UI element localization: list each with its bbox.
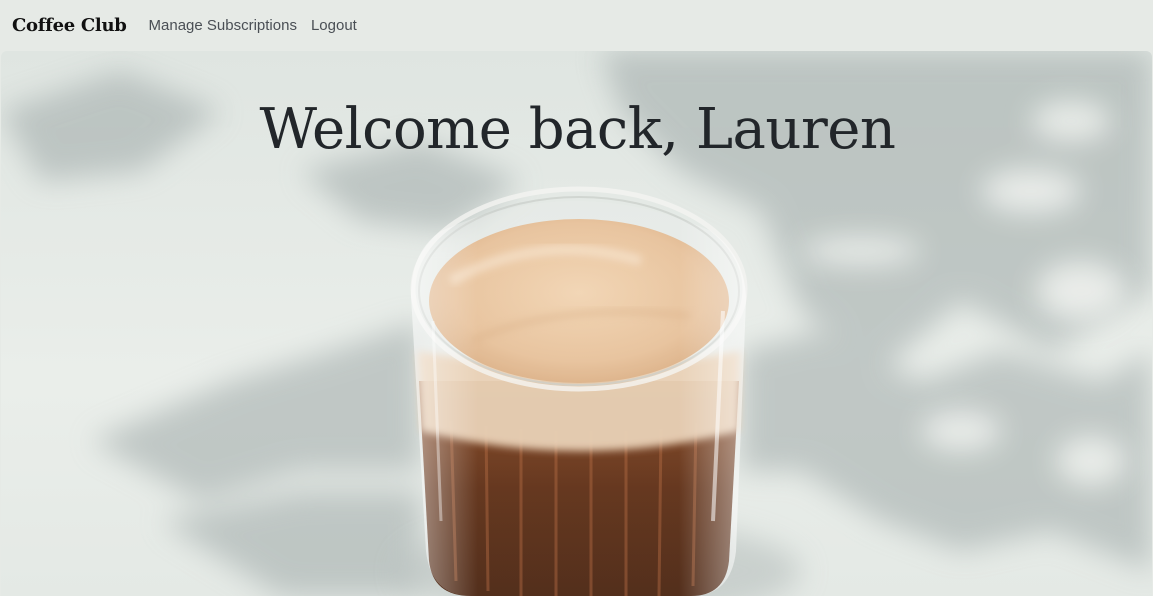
nav-link-manage-subscriptions[interactable]: Manage Subscriptions bbox=[149, 17, 297, 34]
nav-link-logout[interactable]: Logout bbox=[311, 17, 357, 34]
hero-banner: Welcome back, Lauren bbox=[1, 51, 1152, 596]
welcome-headline: Welcome back, Lauren bbox=[259, 97, 896, 162]
brand-logo[interactable]: Coffee Club bbox=[12, 15, 127, 36]
top-navbar: Coffee Club Manage Subscriptions Logout bbox=[0, 0, 1153, 51]
